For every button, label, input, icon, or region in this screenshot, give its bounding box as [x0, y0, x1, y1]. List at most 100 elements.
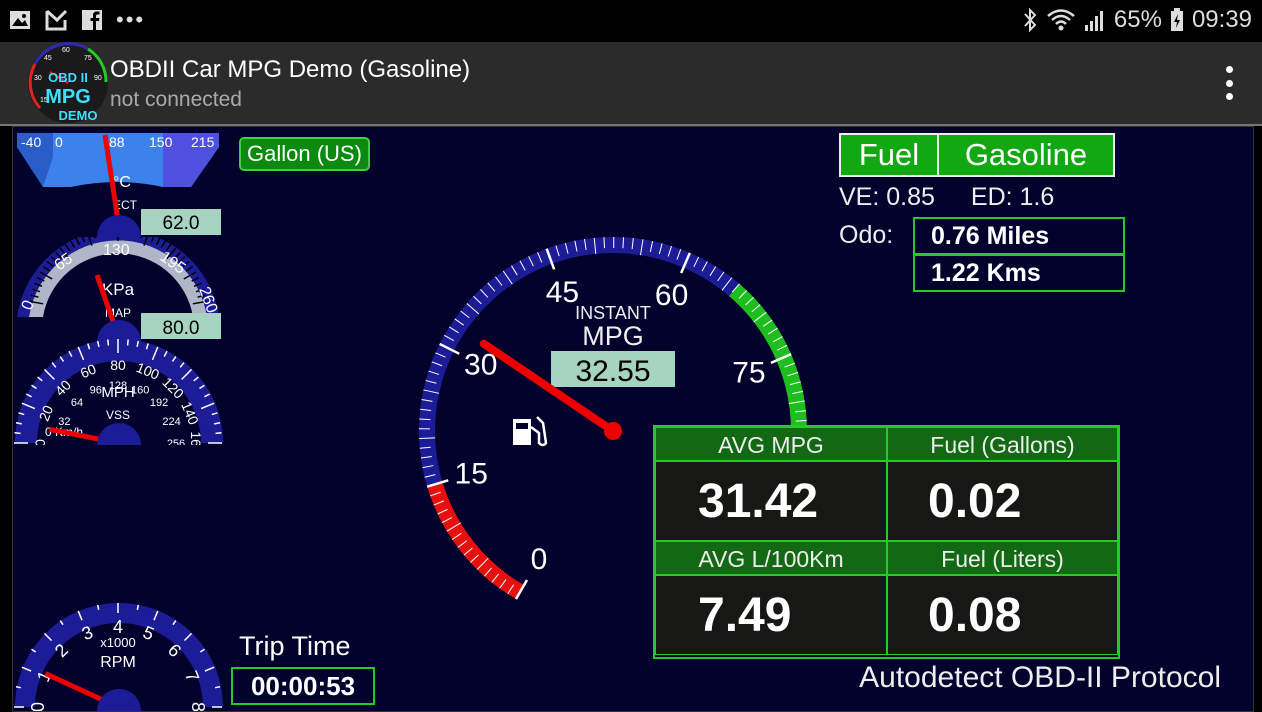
mpg-scale-tick [419, 419, 430, 420]
ect-tick-label: 150 [149, 134, 173, 150]
mpg-tick-label: 75 [732, 356, 765, 389]
gallery-icon [8, 8, 32, 32]
ect-unit: °C [113, 174, 131, 191]
avg-mpg-value: 31.42 [655, 461, 887, 541]
instant-mpg-label-top: INSTANT [575, 303, 651, 323]
ect-value: 62.0 [163, 213, 200, 234]
fuel-liters-header: Fuel (Liters) [887, 541, 1118, 575]
ect-tick-label: 0 [55, 134, 63, 150]
rpm-scale-tick [137, 605, 138, 610]
trip-stats-grid: AVG MPG Fuel (Gallons) 31.42 0.02 AVG L/… [653, 425, 1120, 659]
logo-tick-label: 60 [62, 47, 70, 54]
app-logo: 15 30 45 60 75 90 OBD II MPG DEMO [26, 42, 110, 124]
rpm-scale-tick [98, 605, 99, 610]
instant-mpg-label-bottom: MPG [582, 321, 644, 351]
battery-percent: 65% [1114, 6, 1162, 34]
clock: 09:39 [1192, 6, 1252, 34]
logo-text-mpg: MPG [45, 86, 91, 108]
overflow-menu-button[interactable] [1224, 66, 1234, 100]
dot-icon [1226, 80, 1233, 87]
vss-unit: MPH [101, 384, 134, 401]
odometer-miles: 0.76 Miles [913, 217, 1125, 255]
mpg-tick-label: 45 [546, 276, 579, 309]
app-bar: 15 30 45 60 75 90 OBD II MPG DEMO OBDII … [0, 42, 1262, 126]
map-value: 80.0 [163, 318, 200, 339]
fuel-gallons-value: 0.02 [887, 461, 1118, 541]
dot-icon [1226, 66, 1233, 73]
odometer-kms: 1.22 Kms [913, 254, 1125, 292]
vss-gauge[interactable]: 0204060801001201401603264961281601922242… [13, 339, 233, 445]
ect-tick-label: -40 [21, 134, 41, 150]
fuel-liters-value: 0.08 [887, 575, 1118, 655]
mpg-scale-tick [604, 237, 605, 248]
vss-mph-tick-label: 80 [110, 357, 126, 373]
trip-time-label: Trip Time [239, 631, 351, 662]
dot-icon [1226, 93, 1233, 100]
notification-icons: ••• [8, 8, 145, 32]
map-tick-label: 130 [103, 242, 130, 259]
rpm-tick-label: 4 [113, 617, 123, 637]
protocol-status: Autodetect OBD-II Protocol [859, 661, 1221, 695]
bluetooth-icon [1022, 7, 1038, 33]
fuel-pump-icon [513, 417, 546, 445]
units-toggle-button[interactable]: Gallon (US) [239, 137, 370, 171]
facebook-icon [80, 8, 104, 32]
dashboard: -40 0 88 150 215 °C ECT 62.0 0 65 130 19… [12, 126, 1254, 712]
mpg-low-zone [435, 484, 520, 592]
fuel-gallons-header: Fuel (Gallons) [887, 427, 1118, 461]
fuel-type: Gasoline [939, 135, 1113, 175]
logo-text-obd: OBD II [48, 70, 88, 85]
avg-l100km-value: 7.49 [655, 575, 887, 655]
fuel-type-selector[interactable]: Fuel Gasoline [839, 133, 1115, 177]
vss-label: VSS [106, 408, 130, 422]
vss-scale-tick [128, 340, 129, 346]
vss-kmh-tick-label: 192 [150, 397, 168, 409]
tasks-icon [44, 8, 68, 32]
logo-tick-label: 90 [94, 75, 102, 82]
instant-mpg-value: 32.55 [575, 355, 650, 388]
battery-icon [1170, 7, 1184, 33]
status-bar: ••• 65% 09:39 [0, 0, 1262, 42]
vss-kmh-tick-label: 256 [167, 438, 185, 445]
app-title: OBDII Car MPG Demo (Gasoline) [110, 56, 470, 84]
logo-tick-label: 75 [84, 55, 92, 62]
connection-status: not connected [110, 88, 242, 112]
logo-text-demo: DEMO [59, 108, 98, 123]
engine-params: VE: 0.85ED: 1.6 [839, 183, 1090, 212]
rpm-label: RPM [100, 654, 136, 671]
mpg-tick-label: 60 [655, 279, 688, 312]
logo-tick-label: 45 [44, 55, 52, 62]
vss-scale-tick [15, 433, 21, 434]
logo-tick-label: 30 [34, 75, 42, 82]
mpg-tick-label: 15 [455, 457, 488, 490]
mpg-scale-tick [623, 237, 624, 248]
vss-scale-tick [108, 340, 109, 346]
vss-scale-tick [216, 433, 222, 434]
vss-kmh-tick-label: 96 [90, 384, 102, 396]
avg-mpg-header: AVG MPG [655, 427, 887, 461]
mpg-tick-label: 0 [531, 543, 548, 576]
ect-gauge[interactable]: -40 0 88 150 215 °C ECT 62.0 [13, 127, 233, 239]
ect-tick-label: 88 [109, 134, 125, 150]
vss-kmh-tick-label: 64 [71, 397, 83, 409]
system-icons: 65% 09:39 [1022, 6, 1252, 34]
rpm-scale-tick [215, 687, 220, 688]
ect-tick-label: 215 [191, 134, 215, 150]
rpm-scale-tick [16, 687, 21, 688]
vss-mph-tick-label: 0 [32, 439, 48, 445]
trip-time-value: 00:00:53 [231, 667, 375, 705]
signal-icon [1084, 7, 1106, 33]
rpm-gauge[interactable]: 012345678 x1000 RPM [13, 595, 233, 711]
vss-kmh-tick-label: 224 [162, 416, 180, 428]
avg-l100km-header: AVG L/100Km [655, 541, 887, 575]
vss-mph-tick-label: 160 [188, 431, 204, 445]
mpg-scale-tick [419, 438, 435, 439]
engine-displacement: ED: 1.6 [971, 183, 1054, 211]
wifi-icon [1046, 7, 1076, 33]
rpm-multiplier: x1000 [100, 635, 135, 650]
odometer-label: Odo: [839, 221, 893, 250]
fuel-label: Fuel [841, 135, 939, 175]
mpg-scale-tick [796, 420, 807, 421]
map-gauge[interactable]: 0 65 130 195 260 KPa MAP 80.0 [13, 237, 233, 342]
more-notifications-icon: ••• [116, 11, 145, 29]
